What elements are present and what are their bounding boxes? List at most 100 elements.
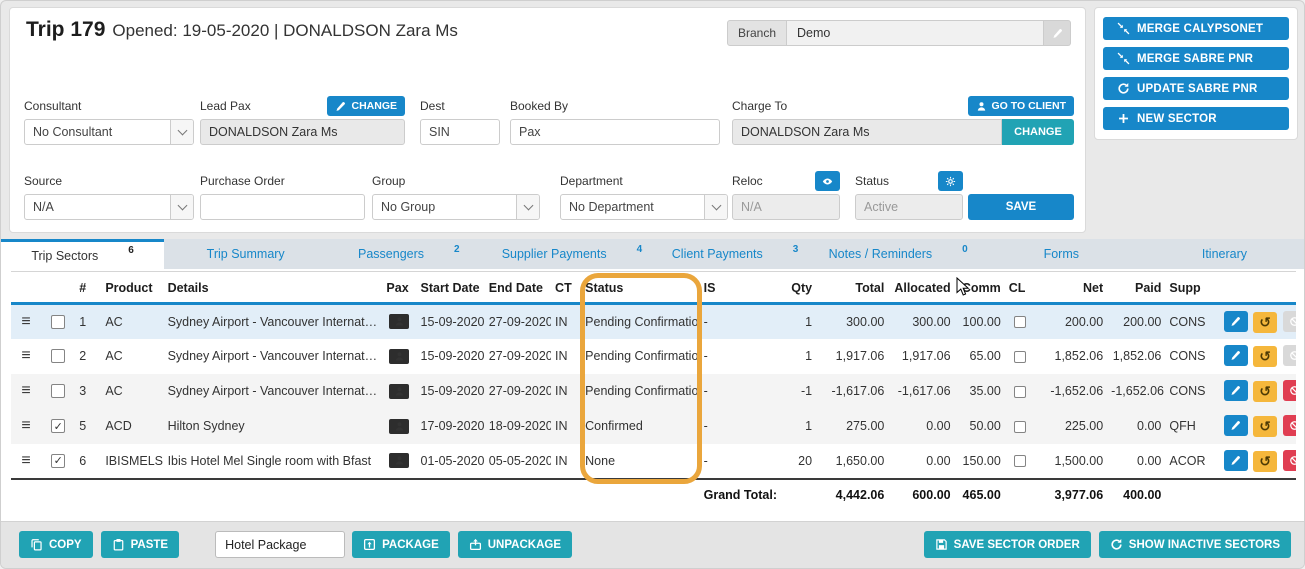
sector-product-cell: AC (101, 374, 163, 409)
cl-checkbox[interactable] (1014, 316, 1026, 328)
sector-allocated-cell: 0.00 (888, 444, 954, 479)
ban-icon (1289, 455, 1296, 466)
edit-sector-button[interactable] (1224, 450, 1248, 471)
pencil-icon (1230, 350, 1241, 361)
unpackage-button[interactable]: UNPACKAGE (458, 531, 572, 558)
sector-details-cell: Hilton Sydney (164, 409, 383, 444)
merge-sabre-pnr-button[interactable]: MERGE SABRE PNR (1103, 47, 1289, 70)
undo-icon: ↺ (1259, 383, 1271, 400)
table-header-row: # Product Details Pax Start Date End Dat… (11, 272, 1296, 304)
undo-sector-button[interactable]: ↺ (1253, 451, 1277, 472)
paste-button[interactable]: PASTE (101, 531, 180, 558)
deactivate-sector-button[interactable] (1283, 380, 1296, 401)
sector-net-cell: -1,652.06 (1035, 374, 1107, 409)
copy-button[interactable]: COPY (19, 531, 93, 558)
sector-row-checkbox[interactable]: ✓ (51, 454, 65, 468)
tab-forms[interactable]: Forms (980, 239, 1143, 269)
deactivate-sector-button[interactable] (1283, 415, 1296, 436)
tab-badge: 3 (793, 244, 799, 255)
col-header-pax: Pax (382, 272, 416, 304)
source-select[interactable]: N/A (24, 194, 194, 220)
page-subtitle: Opened: 19-05-2020 | DONALDSON Zara Ms (112, 21, 458, 40)
deactivate-sector-button[interactable] (1283, 450, 1296, 471)
status-settings-button[interactable] (938, 171, 963, 191)
pax-icon[interactable] (389, 314, 409, 329)
sector-paid-cell: 0.00 (1107, 409, 1165, 444)
go-to-client-button[interactable]: GO TO CLIENT (968, 96, 1074, 116)
sector-row-checkbox[interactable]: ✓ (51, 419, 65, 433)
edit-sector-button[interactable] (1224, 380, 1248, 401)
sector-paid-cell: 200.00 (1107, 304, 1165, 339)
save-button[interactable]: SAVE (968, 194, 1074, 220)
sector-status-cell: Pending Confirmation (581, 374, 699, 409)
drag-handle-icon[interactable]: ≡ (21, 347, 30, 364)
purchase-order-input[interactable] (200, 194, 365, 220)
sector-number-cell: 1 (75, 304, 101, 339)
sector-comm-cell: 50.00 (955, 409, 1005, 444)
undo-sector-button[interactable]: ↺ (1253, 312, 1277, 333)
charge-to-change-button[interactable]: CHANGE (1002, 119, 1074, 145)
grand-total-comm: 465.00 (955, 479, 1005, 511)
deactivate-sector-button[interactable] (1283, 345, 1296, 366)
trip-header-card: Trip 179Opened: 19-05-2020 | DONALDSON Z… (9, 7, 1086, 233)
lead-pax-change-button[interactable]: CHANGE (327, 96, 405, 116)
merge-calypsonet-button[interactable]: MERGE CALYPSONET (1103, 17, 1289, 40)
new-sector-button[interactable]: NEW SECTOR (1103, 107, 1289, 130)
save-sector-order-button[interactable]: SAVE SECTOR ORDER (924, 531, 1091, 558)
sector-row-checkbox[interactable] (51, 349, 65, 363)
tab-itinerary[interactable]: Itinerary (1143, 239, 1305, 269)
undo-sector-button[interactable]: ↺ (1253, 416, 1277, 437)
source-field: Source N/A (24, 171, 194, 220)
sector-row-checkbox[interactable] (51, 384, 65, 398)
reloc-field: Reloc N/A (732, 171, 840, 220)
tab-trip-summary[interactable]: Trip Summary (164, 239, 327, 269)
purchase-order-field: Purchase Order (200, 171, 365, 220)
cl-checkbox[interactable] (1014, 455, 1026, 467)
cl-checkbox[interactable] (1014, 421, 1026, 433)
dest-input[interactable]: SIN (420, 119, 500, 145)
deactivate-sector-button[interactable] (1283, 311, 1296, 332)
undo-sector-button[interactable]: ↺ (1253, 346, 1277, 367)
drag-handle-icon[interactable]: ≡ (21, 452, 30, 469)
pax-icon[interactable] (389, 384, 409, 399)
update-sabre-pnr-button[interactable]: UPDATE SABRE PNR (1103, 77, 1289, 100)
package-name-input[interactable] (215, 531, 345, 558)
cl-checkbox[interactable] (1014, 386, 1026, 398)
consultant-select[interactable]: No Consultant (24, 119, 194, 145)
sector-end-date-cell: 27-09-2020 (485, 339, 551, 374)
drag-handle-icon[interactable]: ≡ (21, 382, 30, 399)
cl-checkbox[interactable] (1014, 351, 1026, 363)
sector-comm-cell: 150.00 (955, 444, 1005, 479)
tab-trip-sectors[interactable]: Trip Sectors6 (1, 239, 164, 269)
drag-handle-icon[interactable]: ≡ (21, 313, 30, 330)
undo-icon: ↺ (1259, 418, 1271, 435)
sector-row-checkbox[interactable] (51, 315, 65, 329)
branch-value: Demo (787, 20, 1044, 46)
sector-ct-cell: IN (551, 409, 581, 444)
pax-icon[interactable] (389, 419, 409, 434)
reloc-view-button[interactable] (815, 171, 840, 191)
edit-sector-button[interactable] (1224, 345, 1248, 366)
sector-status-cell: None (581, 444, 699, 479)
pax-icon[interactable] (389, 349, 409, 364)
sector-net-cell: 1,852.06 (1035, 339, 1107, 374)
paste-icon (112, 538, 125, 551)
drag-handle-icon[interactable]: ≡ (21, 417, 30, 434)
tab-notes-reminders[interactable]: Notes / Reminders0 (817, 239, 980, 269)
sector-qty-cell: 20 (764, 444, 816, 479)
edit-sector-button[interactable] (1224, 311, 1248, 332)
booked-by-input[interactable]: Pax (510, 119, 720, 145)
edit-sector-button[interactable] (1224, 415, 1248, 436)
package-button[interactable]: PACKAGE (352, 531, 450, 558)
tab-client-payments[interactable]: Client Payments3 (654, 239, 817, 269)
group-select[interactable]: No Group (372, 194, 540, 220)
tab-supplier-payments[interactable]: Supplier Payments4 (490, 239, 653, 269)
tab-passengers[interactable]: Passengers2 (327, 239, 490, 269)
undo-sector-button[interactable]: ↺ (1253, 381, 1277, 402)
pax-icon[interactable] (389, 453, 409, 468)
branch-edit-button[interactable] (1044, 20, 1071, 46)
sector-status-cell: Confirmed (581, 409, 699, 444)
col-header-supp: Supp (1165, 272, 1217, 304)
show-inactive-sectors-button[interactable]: SHOW INACTIVE SECTORS (1099, 531, 1291, 558)
department-select[interactable]: No Department (560, 194, 728, 220)
